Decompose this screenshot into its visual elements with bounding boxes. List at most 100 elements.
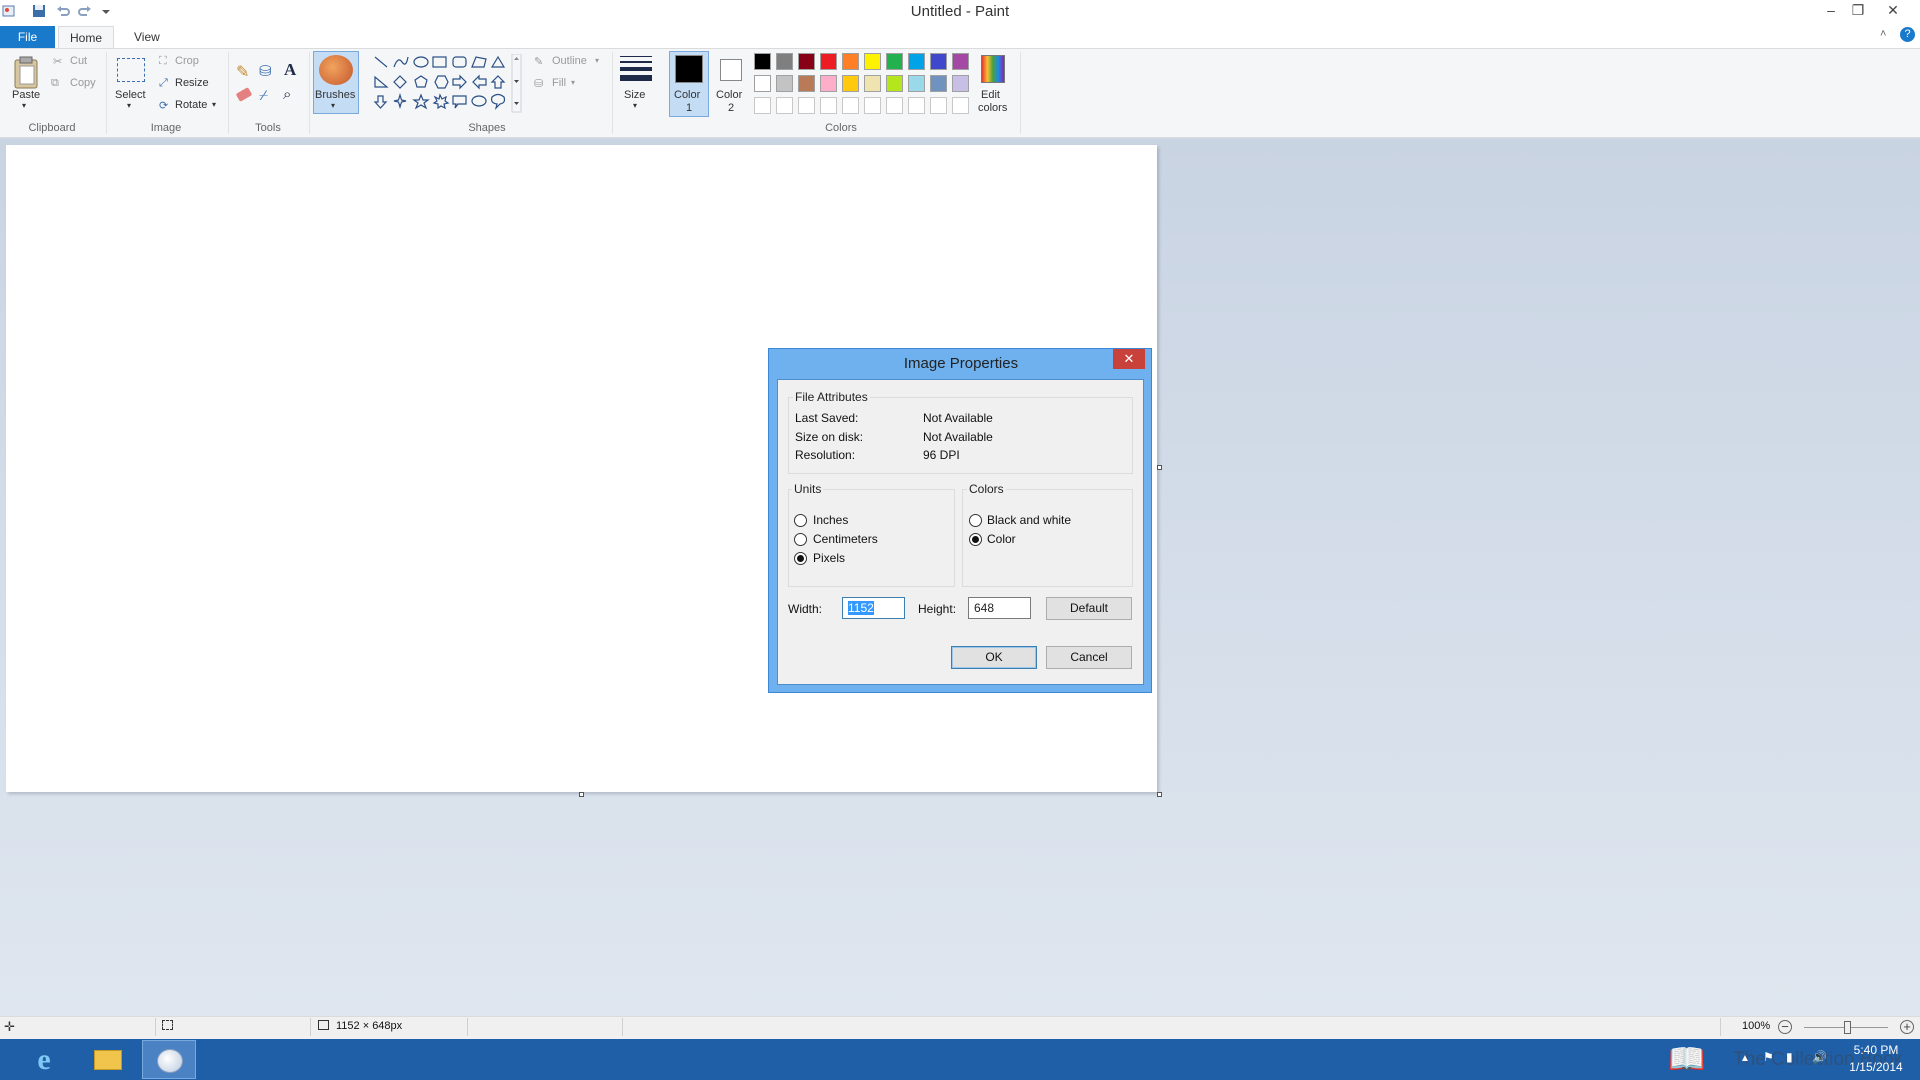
palette-color-swatch[interactable] [754,75,771,92]
outline-button[interactable]: Outline [552,55,587,67]
pixels-label[interactable]: Pixels [813,551,845,565]
copy-button[interactable]: Copy [70,77,96,89]
resize-handle-right[interactable] [1157,465,1162,470]
fill-button[interactable]: Fill [552,77,566,89]
palette-color-swatch[interactable] [952,53,969,70]
tab-home[interactable]: Home [58,26,114,48]
zoom-out-button[interactable]: − [1778,1020,1792,1034]
default-button[interactable]: Default [1046,597,1132,620]
palette-custom-slot[interactable] [820,97,837,114]
resize-handle-bottom[interactable] [579,792,584,797]
rotate-dropdown-icon[interactable]: ▾ [212,100,216,109]
width-input[interactable]: 1152 [842,597,905,619]
paste-dropdown-icon[interactable]: ▾ [22,101,26,110]
help-icon[interactable]: ? [1900,27,1915,42]
color-label[interactable]: Color [987,532,1016,546]
action-center-flag-icon[interactable]: ⚑ [1763,1050,1774,1064]
size-button[interactable]: Size [624,89,645,101]
palette-custom-slot[interactable] [776,97,793,114]
network-icon[interactable]: ▮ [1786,1050,1793,1064]
cut-button[interactable]: Cut [70,55,87,67]
inches-label[interactable]: Inches [813,513,848,527]
palette-custom-slot[interactable] [864,97,881,114]
centimeters-label[interactable]: Centimeters [813,532,878,546]
palette-color-swatch[interactable] [908,75,925,92]
palette-custom-slot[interactable] [952,97,969,114]
cancel-button[interactable]: Cancel [1046,646,1132,669]
size-dropdown-icon[interactable]: ▾ [633,101,637,110]
customize-qat-icon[interactable] [99,4,113,18]
palette-custom-slot[interactable] [842,97,859,114]
palette-color-swatch[interactable] [820,75,837,92]
clock-time[interactable]: 5:40 PM [1848,1043,1904,1057]
palette-color-swatch[interactable] [820,53,837,70]
shapes-gallery[interactable] [372,54,522,114]
palette-custom-slot[interactable] [754,97,771,114]
save-icon[interactable] [32,4,46,18]
palette-color-swatch[interactable] [776,75,793,92]
inches-radio[interactable] [794,514,807,527]
ok-button[interactable]: OK [951,646,1037,669]
height-input[interactable]: 648 [968,597,1031,619]
palette-custom-slot[interactable] [886,97,903,114]
taskbar-app-paint[interactable] [142,1040,196,1079]
palette-color-swatch[interactable] [886,53,903,70]
palette-color-swatch[interactable] [776,53,793,70]
tab-file[interactable]: File [0,26,55,48]
show-hidden-icons-icon[interactable]: ▲ [1740,1053,1750,1064]
select-dropdown-icon[interactable]: ▾ [127,101,131,110]
outline-dropdown-icon[interactable]: ▾ [595,56,599,65]
edit-colors-label[interactable]: Edit [981,89,1000,101]
undo-icon[interactable] [56,4,70,18]
resize-handle-corner[interactable] [1157,792,1162,797]
palette-color-swatch[interactable] [864,53,881,70]
palette-color-swatch[interactable] [864,75,881,92]
fill-bucket-icon[interactable]: ⛁ [259,62,272,80]
zoom-in-button[interactable]: + [1900,1020,1914,1034]
dialog-close-button[interactable]: ✕ [1113,349,1145,369]
close-button[interactable]: ✕ [1880,0,1906,22]
minimize-button[interactable]: – [1818,0,1844,22]
pixels-radio[interactable] [794,552,807,565]
crop-button[interactable]: Crop [175,55,199,67]
color2-swatch[interactable] [720,59,742,81]
color-picker-icon[interactable]: ⌿ [259,87,268,104]
palette-custom-slot[interactable] [798,97,815,114]
pencil-icon[interactable]: ✎ [236,62,249,82]
restore-button[interactable]: ❐ [1845,0,1871,22]
zoom-slider-thumb[interactable] [1844,1021,1851,1034]
magnifier-icon[interactable]: ⌕ [283,86,291,103]
palette-color-swatch[interactable] [930,53,947,70]
color-radio[interactable] [969,533,982,546]
palette-color-swatch[interactable] [952,75,969,92]
text-tool-icon[interactable]: A [284,60,296,80]
redo-icon[interactable] [78,4,92,18]
palette-color-swatch[interactable] [754,53,771,70]
rotate-button[interactable]: Rotate [175,99,207,111]
palette-custom-slot[interactable] [908,97,925,114]
palette-color-swatch[interactable] [842,53,859,70]
resize-button[interactable]: Resize [175,77,209,89]
palette-color-swatch[interactable] [842,75,859,92]
paint-icon[interactable] [2,4,16,18]
black-and-white-radio[interactable] [969,514,982,527]
brushes-dropdown-icon[interactable]: ▾ [331,101,335,110]
paste-button[interactable]: Paste [12,89,40,101]
centimeters-radio[interactable] [794,533,807,546]
volume-icon[interactable]: 🔊 [1812,1050,1827,1064]
taskbar-app-ie[interactable]: e [18,1040,72,1079]
palette-color-swatch[interactable] [886,75,903,92]
black-and-white-label[interactable]: Black and white [987,513,1071,527]
select-button[interactable]: Select [115,89,146,101]
palette-custom-slot[interactable] [930,97,947,114]
palette-color-swatch[interactable] [908,53,925,70]
clock-date[interactable]: 1/15/2014 [1844,1060,1908,1074]
minimize-ribbon-icon[interactable]: ˄ [1880,28,1886,40]
edit-colors-label-2[interactable]: colors [978,102,1007,114]
taskbar-app-explorer[interactable] [80,1040,134,1079]
palette-color-swatch[interactable] [798,75,815,92]
palette-color-swatch[interactable] [798,53,815,70]
fill-dropdown-icon[interactable]: ▾ [571,78,575,87]
tab-view[interactable]: View [120,26,174,48]
palette-color-swatch[interactable] [930,75,947,92]
